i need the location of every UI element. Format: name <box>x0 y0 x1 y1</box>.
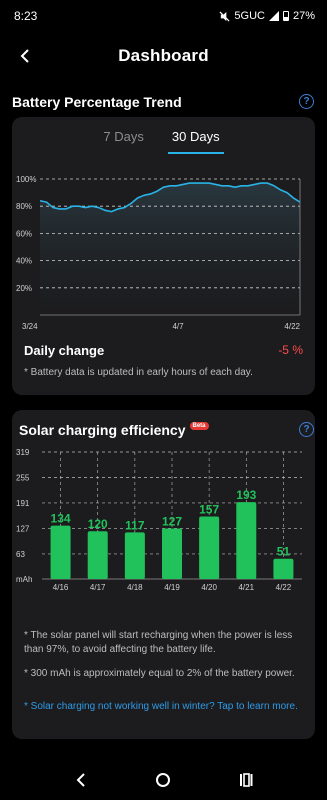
app-header: Dashboard <box>0 40 327 72</box>
y-tick-label: 100% <box>16 175 36 184</box>
nav-home-button[interactable] <box>152 769 174 791</box>
status-bar: 8:23 5GUC 27% <box>0 0 327 32</box>
bar-value-label: 157 <box>199 502 219 516</box>
solar-title-wrap: Solar charging efficiency Beta <box>19 422 209 438</box>
battery-note: * Battery data is updated in early hours… <box>24 367 253 378</box>
mute-icon <box>219 10 230 22</box>
tab-7-days[interactable]: 7 Days <box>103 129 143 154</box>
y-tick-label: 80% <box>16 202 32 211</box>
status-time: 8:23 <box>14 9 38 23</box>
chevron-left-icon <box>20 49 29 63</box>
x-tick-label: 4/22 <box>276 583 292 592</box>
y-tick-label: 60% <box>16 229 32 238</box>
battery-percent: 27% <box>292 10 315 22</box>
page-title: Dashboard <box>118 46 209 65</box>
daily-change-label: Daily change <box>24 343 105 358</box>
battery-section-title: Battery Percentage Trend <box>12 94 182 110</box>
battery-card: 7 Days 30 Days 100% 80% 60% 40% 20% 3/24 4/7 4/… <box>12 117 315 395</box>
bar <box>199 516 220 579</box>
solar-winter-link[interactable]: * Solar charging not working well in win… <box>24 700 305 714</box>
x-tick-label: 4/17 <box>90 583 106 592</box>
daily-change-row: Daily change -5 % <box>24 343 303 358</box>
bar-value-label: 51 <box>277 545 291 559</box>
bar <box>50 525 71 579</box>
daily-change-value: -5 % <box>278 343 303 357</box>
y-tick-label: 319 <box>16 448 30 457</box>
bar <box>273 558 294 579</box>
bar-value-label: 127 <box>162 514 182 528</box>
solar-efficiency-chart: 319 255 191 127 63 mAh 134 4/16 120 4/17 117 4/18 12… <box>16 448 302 592</box>
x-tick-label: 4/20 <box>201 583 217 592</box>
system-nav-bar <box>0 760 327 800</box>
y-tick-label: 191 <box>16 499 30 508</box>
solar-help-icon[interactable]: ? <box>299 422 314 437</box>
solar-note-mah: * 300 mAh is approximately equal to 2% o… <box>24 668 295 679</box>
bar <box>87 531 108 579</box>
solar-card: ? 319 255 191 127 63 mAh 134 4/16 120 4/17 117 4/18… <box>12 410 315 739</box>
y-tick-label: 255 <box>16 473 30 482</box>
x-tick-label: 4/18 <box>127 583 143 592</box>
battery-trend-area <box>40 183 300 315</box>
y-tick-label: 127 <box>16 524 30 533</box>
x-tick-label: 4/19 <box>164 583 180 592</box>
signal-icon <box>268 11 279 21</box>
x-tick-label: 4/21 <box>238 583 254 592</box>
battery-help-icon[interactable]: ? <box>299 94 314 109</box>
bar <box>162 528 182 579</box>
nav-back-icon <box>76 773 85 787</box>
solar-note-recharge: * The solar panel will start recharging … <box>24 630 293 655</box>
y-axis-unit: mAh <box>16 575 32 584</box>
bar-value-label: 134 <box>51 512 71 526</box>
y-tick-label: 40% <box>16 257 32 266</box>
bar-value-label: 193 <box>236 488 256 502</box>
nav-back-button[interactable] <box>70 769 92 791</box>
x-tick-label: 3/24 <box>22 322 38 331</box>
y-tick-label: 20% <box>16 284 32 293</box>
y-tick-label: 63 <box>16 550 25 559</box>
bar-value-label: 117 <box>125 518 145 532</box>
bar-value-label: 120 <box>88 517 108 531</box>
bar <box>124 532 145 579</box>
network-label: 5GUC <box>234 10 265 22</box>
tab-30-days[interactable]: 30 Days <box>167 129 224 154</box>
home-icon <box>156 773 171 787</box>
x-tick-label: 4/22 <box>284 322 300 331</box>
back-button[interactable] <box>14 44 36 68</box>
bar <box>236 502 257 579</box>
nav-recents-button[interactable] <box>235 769 257 791</box>
range-tabs: 7 Days 30 Days <box>12 129 315 154</box>
battery-icon <box>282 11 289 21</box>
x-tick-label: 4/16 <box>53 583 69 592</box>
solar-section-title: Solar charging efficiency <box>19 422 186 438</box>
x-tick-label: 4/7 <box>172 322 184 331</box>
recents-icon <box>239 773 253 787</box>
beta-badge: Beta <box>189 422 209 430</box>
status-icons: 5GUC 27% <box>219 10 315 22</box>
battery-trend-chart: 100% 80% 60% 40% 20% 3/24 4/7 4/22 <box>16 175 301 331</box>
